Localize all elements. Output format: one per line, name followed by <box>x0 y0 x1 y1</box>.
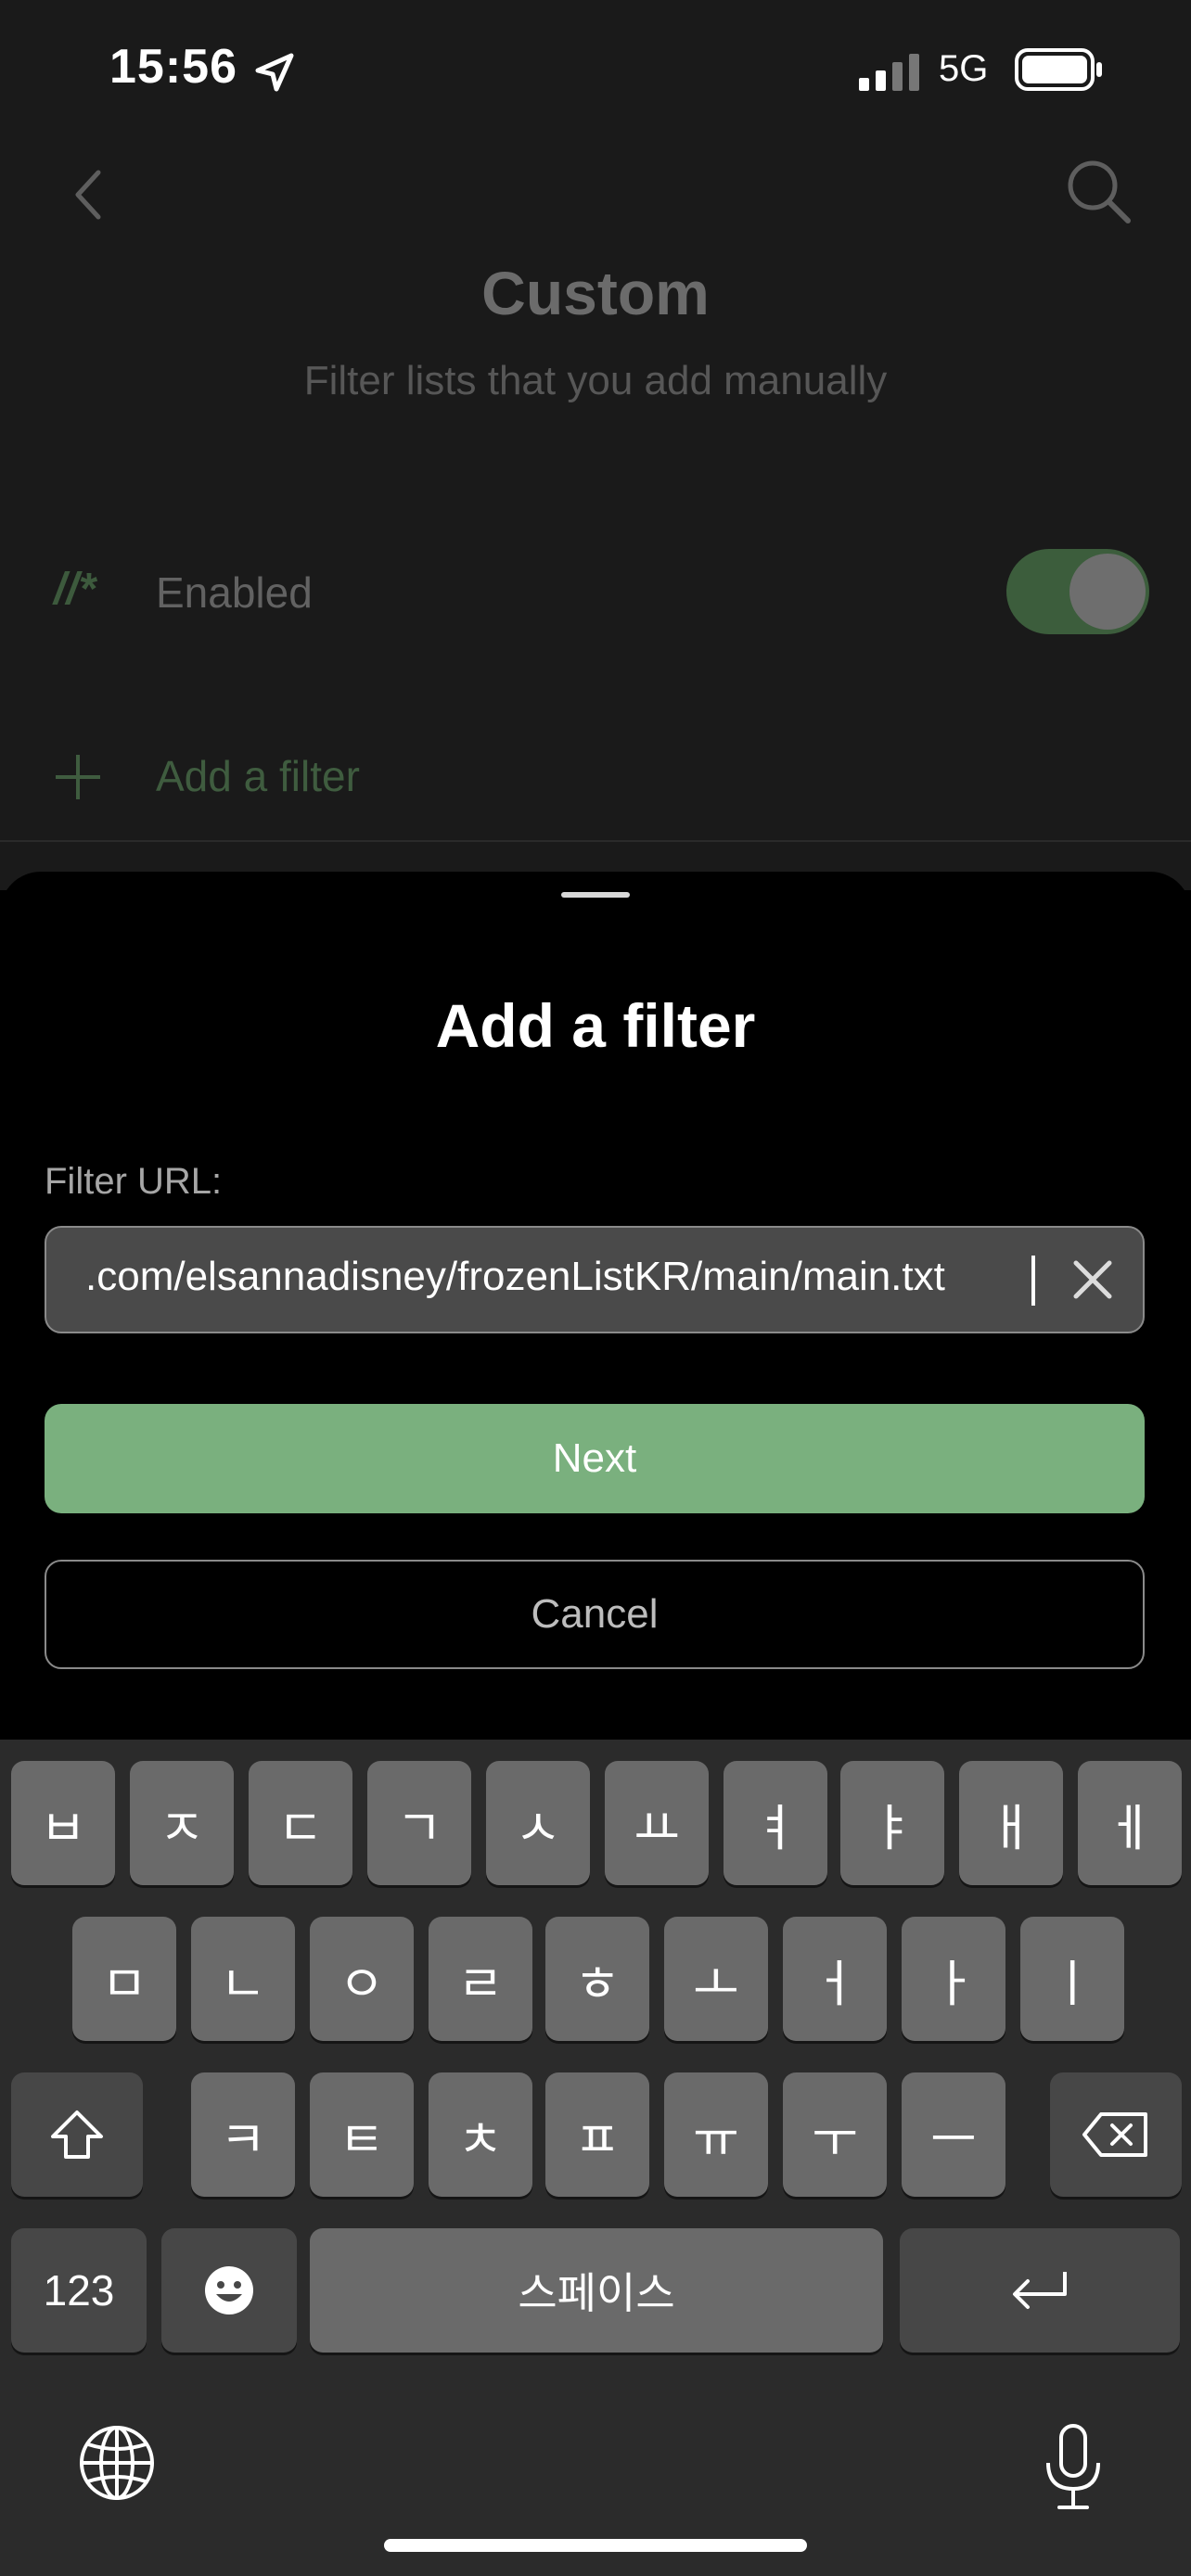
enabled-label: Enabled <box>156 568 313 617</box>
globe-icon[interactable] <box>78 2424 156 2502</box>
space-key[interactable]: 스페이스 <box>310 2228 883 2353</box>
key[interactable]: ㅛ <box>605 1761 709 1885</box>
microphone-icon[interactable] <box>1041 2422 1106 2511</box>
clear-icon[interactable] <box>1067 1254 1119 1306</box>
search-icon[interactable] <box>1065 158 1133 226</box>
key[interactable]: ㅡ <box>902 2072 1005 2197</box>
toggle-knob <box>1069 554 1146 630</box>
shift-icon <box>51 2111 103 2159</box>
emoji-key[interactable] <box>161 2228 297 2353</box>
backspace-key[interactable] <box>1050 2072 1182 2197</box>
key[interactable]: ㅏ <box>902 1917 1005 2041</box>
key[interactable]: ㅊ <box>429 2072 532 2197</box>
add-filter-row[interactable]: Add a filter <box>156 751 360 801</box>
plus-icon <box>56 755 100 799</box>
home-indicator <box>384 2539 807 2552</box>
sheet-title: Add a filter <box>435 991 756 1060</box>
numbers-key[interactable]: 123 <box>11 2228 147 2353</box>
network-type: 5G <box>939 48 989 89</box>
emoji-icon <box>205 2266 253 2315</box>
key[interactable]: ㅇ <box>310 1917 414 2041</box>
key[interactable]: ㅐ <box>959 1761 1063 1885</box>
key[interactable]: ㅠ <box>664 2072 768 2197</box>
filter-url-value: .com/elsannadisney/frozenListKR/main/mai… <box>85 1254 945 1299</box>
page-title: Custom <box>481 259 710 327</box>
back-chevron-icon[interactable] <box>67 167 113 223</box>
signal-icon <box>859 54 919 91</box>
return-key[interactable] <box>900 2228 1180 2353</box>
page-subtitle: Filter lists that you add manually <box>303 358 888 403</box>
status-time: 15:56 <box>109 40 237 94</box>
sheet-grabber[interactable] <box>561 892 630 898</box>
key[interactable]: ㅍ <box>545 2072 649 2197</box>
key[interactable]: ㅂ <box>11 1761 115 1885</box>
key[interactable]: ㅎ <box>545 1917 649 2041</box>
return-icon <box>1013 2272 1067 2309</box>
key[interactable]: ㅔ <box>1078 1761 1182 1885</box>
key[interactable]: ㅑ <box>840 1761 944 1885</box>
key[interactable]: ㅋ <box>191 2072 295 2197</box>
key[interactable]: ㄹ <box>429 1917 532 2041</box>
next-button[interactable]: Next <box>45 1404 1145 1513</box>
key[interactable]: ㄱ <box>367 1761 471 1885</box>
divider <box>0 840 1191 842</box>
key[interactable]: ㅜ <box>783 2072 887 2197</box>
key[interactable]: ㅣ <box>1020 1917 1124 2041</box>
shift-key[interactable] <box>11 2072 143 2197</box>
key[interactable]: ㅅ <box>486 1761 590 1885</box>
filter-url-label: Filter URL: <box>45 1161 223 1202</box>
key[interactable]: ㄷ <box>249 1761 352 1885</box>
location-arrow-icon <box>255 53 294 92</box>
cancel-button[interactable]: Cancel <box>45 1560 1145 1669</box>
key[interactable]: ㅕ <box>724 1761 827 1885</box>
key[interactable]: ㅗ <box>664 1917 768 2041</box>
key[interactable]: ㄴ <box>191 1917 295 2041</box>
filter-icon: //* <box>54 565 96 614</box>
key[interactable]: ㅌ <box>310 2072 414 2197</box>
battery-icon <box>1015 48 1102 91</box>
text-cursor <box>1031 1256 1035 1306</box>
backspace-icon <box>1082 2112 1147 2157</box>
key[interactable]: ㅓ <box>783 1917 887 2041</box>
key[interactable]: ㅈ <box>130 1761 234 1885</box>
key[interactable]: ㅁ <box>72 1917 176 2041</box>
